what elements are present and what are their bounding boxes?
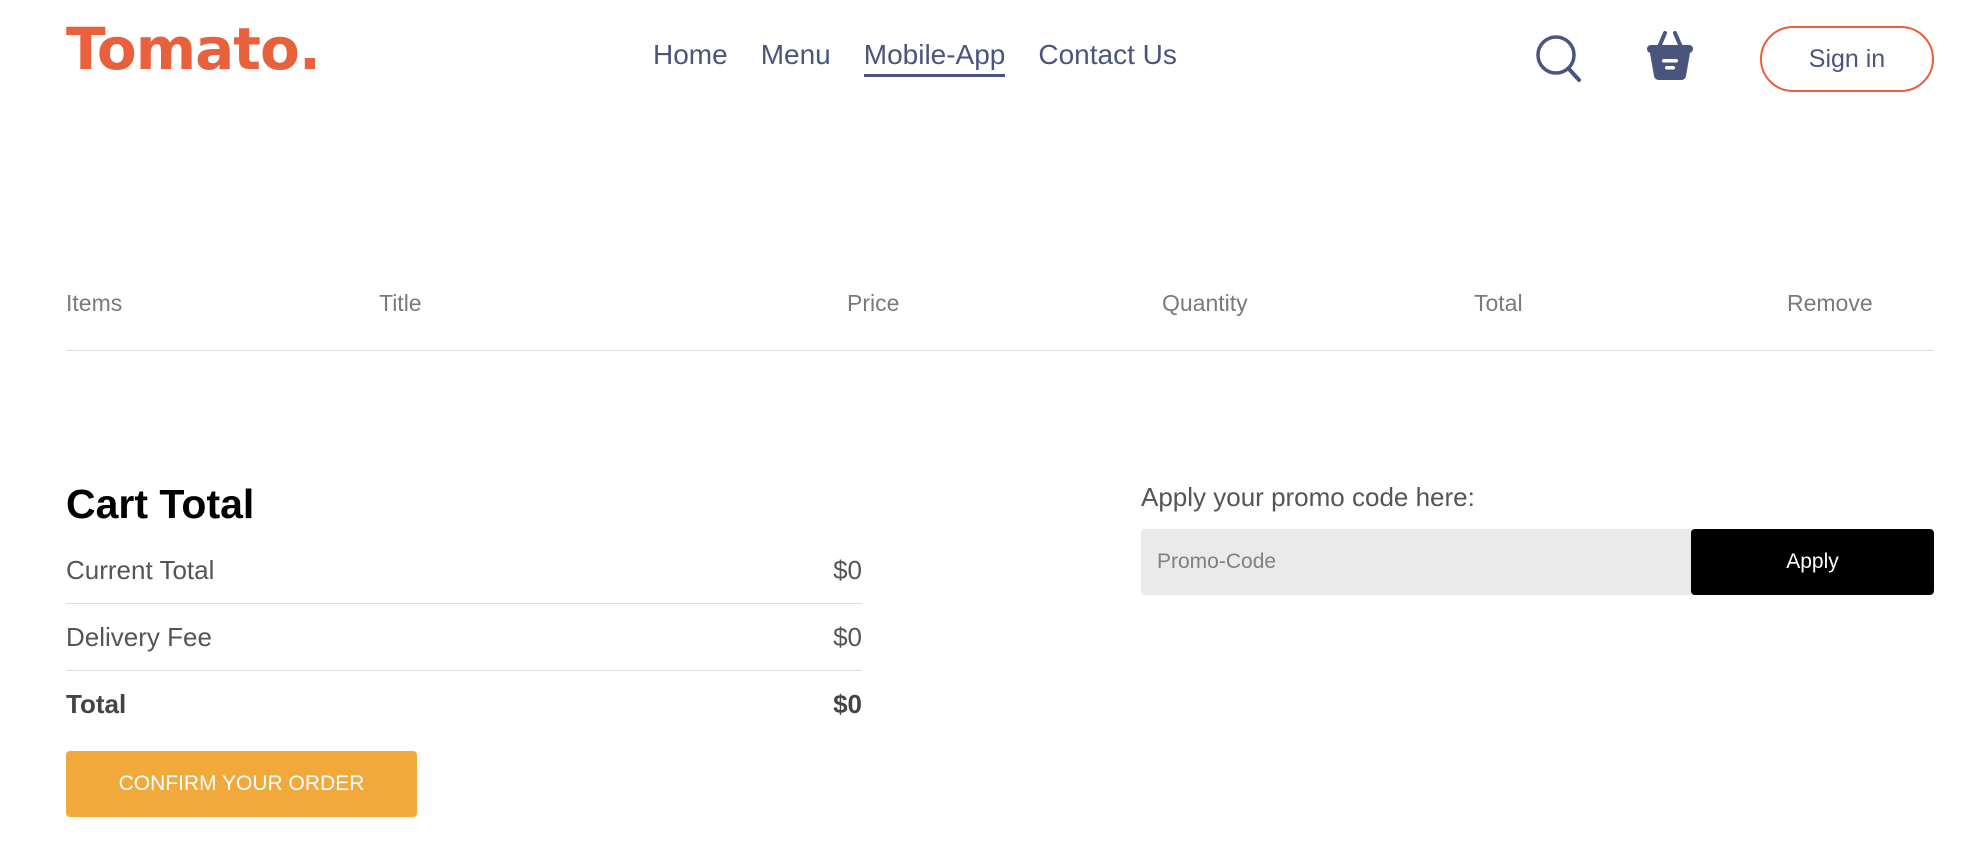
cart-total-title: Cart Total — [66, 481, 255, 527]
promo-input-group: Apply — [1141, 529, 1934, 596]
sign-in-button[interactable]: Sign in — [1760, 26, 1934, 92]
header-total: Total — [1474, 290, 1523, 316]
delivery-fee-label: Delivery Fee — [66, 621, 212, 652]
delivery-fee-row: Delivery Fee $0 — [66, 604, 862, 670]
search-icon[interactable] — [1535, 34, 1583, 84]
header-items: Items — [66, 290, 123, 316]
logo[interactable]: Tomato. — [66, 20, 321, 78]
basket-icon[interactable] — [1645, 30, 1695, 82]
cart-table-divider — [66, 350, 1934, 351]
nav-item-mobile-app[interactable]: Mobile-App — [863, 39, 1006, 77]
grand-total-value: $0 — [833, 688, 862, 719]
nav-item-home[interactable]: Home — [653, 39, 728, 77]
current-total-label: Current Total — [66, 554, 215, 585]
apply-promo-button[interactable]: Apply — [1691, 529, 1934, 596]
nav-item-contact-us[interactable]: Contact Us — [1038, 39, 1177, 77]
cart-total-panel: Cart Total Current Total $0 Delivery Fee… — [66, 480, 862, 818]
header-price: Price — [847, 290, 900, 316]
header-remove: Remove — [1787, 290, 1873, 316]
header-title: Title — [379, 290, 422, 316]
promo-label: Apply your promo code here: — [1141, 482, 1475, 512]
grand-total-label: Total — [66, 688, 127, 719]
header-quantity: Quantity — [1162, 290, 1248, 316]
cart-table-header: Items Title Price Quantity Total Remove — [66, 290, 1934, 320]
grand-total-row: Total $0 — [66, 671, 862, 737]
current-total-value: $0 — [833, 554, 862, 585]
nav-menu: Home Menu Mobile-App Contact Us — [653, 39, 1177, 77]
current-total-row: Current Total $0 — [66, 537, 862, 603]
delivery-fee-value: $0 — [833, 621, 862, 652]
promo-code-input[interactable] — [1141, 529, 1691, 596]
confirm-order-button[interactable]: CONFIRM YOUR ORDER — [66, 751, 417, 818]
nav-item-menu[interactable]: Menu — [761, 39, 831, 77]
navbar: Tomato. Home Menu Mobile-App Contact Us … — [0, 0, 1984, 120]
promo-code-panel: Apply your promo code here: Apply — [1141, 482, 1934, 596]
